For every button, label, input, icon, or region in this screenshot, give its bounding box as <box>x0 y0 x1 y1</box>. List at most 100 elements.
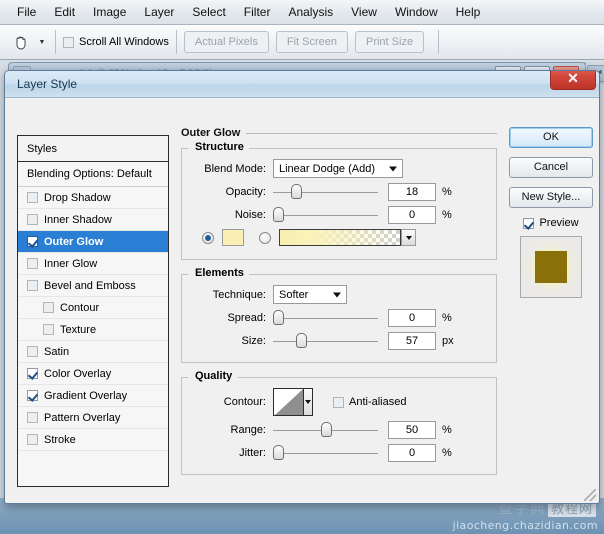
style-item-label: Texture <box>60 324 96 336</box>
elements-legend: Elements <box>190 267 249 279</box>
quality-legend: Quality <box>190 370 237 382</box>
blend-mode-value: Linear Dodge (Add) <box>279 163 375 175</box>
style-item-label: Outer Glow <box>44 236 103 248</box>
style-item-label: Satin <box>44 346 69 358</box>
style-item-texture[interactable]: Texture <box>18 319 168 341</box>
checkbox-box[interactable] <box>27 192 38 203</box>
opacity-slider[interactable] <box>273 184 378 200</box>
print-size-button[interactable]: Print Size <box>355 31 424 53</box>
menu-item-analysis[interactable]: Analysis <box>279 3 342 21</box>
divider <box>238 377 496 378</box>
glow-color-radio[interactable] <box>202 232 214 244</box>
size-input[interactable]: 57 <box>388 332 436 350</box>
spread-unit: % <box>436 312 452 324</box>
jitter-input[interactable]: 0 <box>388 444 436 462</box>
style-item-inner-shadow[interactable]: Inner Shadow <box>18 209 168 231</box>
new-style-button[interactable]: New Style... <box>509 187 593 208</box>
outer-glow-settings: Outer Glow Structure Blend Mode: Linear … <box>181 127 497 487</box>
style-item-outer-glow[interactable]: Outer Glow <box>18 231 168 253</box>
fit-screen-button[interactable]: Fit Screen <box>276 31 348 53</box>
gradient-dropdown-button[interactable] <box>401 229 416 246</box>
blending-options-item[interactable]: Blending Options: Default <box>18 162 168 187</box>
slider-knob[interactable] <box>296 333 307 348</box>
checkbox-box[interactable] <box>27 390 38 401</box>
style-item-label: Gradient Overlay <box>44 390 127 402</box>
slider-knob[interactable] <box>273 445 284 460</box>
preview-shape <box>535 251 567 283</box>
blend-mode-select[interactable]: Linear Dodge (Add) <box>273 159 403 178</box>
glow-color-swatch[interactable] <box>222 229 244 246</box>
style-item-drop-shadow[interactable]: Drop Shadow <box>18 187 168 209</box>
slider-track <box>273 215 378 216</box>
checkbox-box[interactable] <box>27 368 38 379</box>
glow-gradient-radio[interactable] <box>259 232 271 244</box>
style-item-color-overlay[interactable]: Color Overlay <box>18 363 168 385</box>
menu-item-select[interactable]: Select <box>183 3 234 21</box>
technique-select[interactable]: Softer <box>273 285 347 304</box>
style-item-label: Contour <box>60 302 99 314</box>
checkbox-box <box>63 37 74 48</box>
style-item-contour[interactable]: Contour <box>18 297 168 319</box>
menu-item-image[interactable]: Image <box>84 3 135 21</box>
menu-item-file[interactable]: File <box>8 3 45 21</box>
menu-item-filter[interactable]: Filter <box>235 3 280 21</box>
checkbox-box[interactable] <box>27 434 38 445</box>
menu-item-window[interactable]: Window <box>386 3 447 21</box>
spread-input[interactable]: 0 <box>388 309 436 327</box>
checkbox-box[interactable] <box>27 214 38 225</box>
menu-item-layer[interactable]: Layer <box>135 3 183 21</box>
menu-bar: File Edit Image Layer Select Filter Anal… <box>0 0 604 25</box>
style-item-satin[interactable]: Satin <box>18 341 168 363</box>
jitter-slider[interactable] <box>273 445 378 461</box>
spread-slider[interactable] <box>273 310 378 326</box>
cancel-button[interactable]: Cancel <box>509 157 593 178</box>
menu-item-edit[interactable]: Edit <box>45 3 84 21</box>
styles-panel-header[interactable]: Styles <box>18 136 168 162</box>
slider-knob[interactable] <box>273 310 284 325</box>
dialog-titlebar[interactable]: Layer Style ✕ <box>5 71 599 98</box>
noise-label: Noise: <box>192 209 273 221</box>
checkbox-box[interactable] <box>27 412 38 423</box>
size-slider[interactable] <box>273 333 378 349</box>
quality-group: Quality Contour: <box>181 377 497 475</box>
contour-preset-picker[interactable] <box>273 388 313 416</box>
slider-knob[interactable] <box>291 184 302 199</box>
slider-knob[interactable] <box>273 207 284 222</box>
checkbox-box[interactable] <box>27 236 38 247</box>
divider <box>242 274 496 275</box>
style-item-stroke[interactable]: Stroke <box>18 429 168 451</box>
resize-grip[interactable] <box>584 489 596 501</box>
menu-item-help[interactable]: Help <box>447 3 490 21</box>
anti-aliased-checkbox[interactable]: Anti-aliased <box>333 396 406 408</box>
style-item-pattern-overlay[interactable]: Pattern Overlay <box>18 407 168 429</box>
preview-checkbox[interactable]: Preview <box>509 217 593 229</box>
scroll-all-windows-checkbox[interactable]: Scroll All Windows <box>63 36 169 48</box>
slider-track <box>273 192 378 193</box>
checkbox-box[interactable] <box>27 346 38 357</box>
range-slider[interactable] <box>273 422 378 438</box>
checkbox-box[interactable] <box>27 280 38 291</box>
contour-dropdown-button[interactable] <box>303 389 312 415</box>
options-bar: ▼ Scroll All Windows Actual Pixels Fit S… <box>0 25 604 60</box>
checkbox-box[interactable] <box>43 324 54 335</box>
opacity-input[interactable]: 18 <box>388 183 436 201</box>
chevron-down-icon <box>305 400 311 404</box>
ok-button[interactable]: OK <box>509 127 593 148</box>
style-item-bevel-and-emboss[interactable]: Bevel and Emboss <box>18 275 168 297</box>
noise-slider[interactable] <box>273 207 378 223</box>
structure-legend: Structure <box>190 141 249 153</box>
menu-item-view[interactable]: View <box>342 3 386 21</box>
range-input[interactable]: 50 <box>388 421 436 439</box>
checkbox-box[interactable] <box>43 302 54 313</box>
style-item-gradient-overlay[interactable]: Gradient Overlay <box>18 385 168 407</box>
hand-icon[interactable] <box>6 29 36 55</box>
chevron-down-icon <box>333 292 341 297</box>
style-item-inner-glow[interactable]: Inner Glow <box>18 253 168 275</box>
chevron-down-icon[interactable]: ▼ <box>36 29 48 55</box>
actual-pixels-button[interactable]: Actual Pixels <box>184 31 269 53</box>
slider-knob[interactable] <box>321 422 332 437</box>
glow-gradient-preview[interactable] <box>279 229 401 246</box>
checkbox-box[interactable] <box>27 258 38 269</box>
close-icon[interactable]: ✕ <box>550 70 596 90</box>
noise-input[interactable]: 0 <box>388 206 436 224</box>
